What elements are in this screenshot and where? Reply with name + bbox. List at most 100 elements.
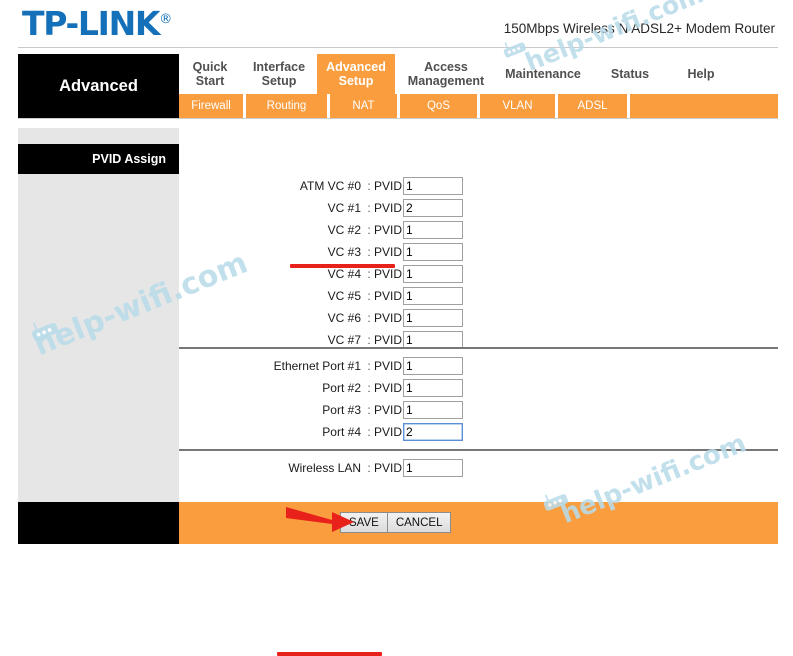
row-label: VC #6 xyxy=(327,311,361,325)
tab-interface-setup[interactable]: Interface Setup xyxy=(241,54,317,94)
router-model-name: 150Mbps Wireless N ADSL2+ Modem Router xyxy=(503,21,775,36)
pvid-input-vc-1[interactable] xyxy=(403,199,464,217)
pvid-input-wireless-lan[interactable] xyxy=(403,459,464,477)
row-colon: : xyxy=(367,381,371,395)
row-colon: : xyxy=(367,359,371,373)
row-label: VC #7 xyxy=(327,333,361,347)
sidebar: PVID Assign xyxy=(18,128,179,536)
pvid-input-vc-3[interactable] xyxy=(403,243,464,261)
tab-quick-start[interactable]: Quick Start xyxy=(179,54,241,94)
pvid-input-port-4[interactable] xyxy=(403,423,464,441)
pvid-input-vc-6[interactable] xyxy=(403,309,464,327)
footer-left-block xyxy=(18,502,179,544)
annotation-underline-vc-1 xyxy=(290,264,395,268)
row-label: VC #3 xyxy=(327,245,361,259)
pvid-input-vc-4[interactable] xyxy=(403,265,464,283)
footer-action-bar: SAVE CANCEL xyxy=(179,502,778,544)
row-colon: : xyxy=(367,245,371,259)
main-tab-list: Quick Start Interface Setup Advanced Set… xyxy=(179,54,778,94)
pvid-label: PVID xyxy=(374,403,403,417)
pvid-label: PVID xyxy=(374,289,403,303)
pvid-label: PVID xyxy=(374,201,403,215)
pvid-label: PVID xyxy=(374,311,403,325)
row-label: Wireless LAN xyxy=(288,461,361,475)
row-label: VC #5 xyxy=(327,289,361,303)
header-divider xyxy=(18,47,778,48)
annotation-arrow-save xyxy=(286,507,354,532)
wireless-lan-group: Wireless LAN : PVID xyxy=(179,458,778,480)
pvid-input-port-2[interactable] xyxy=(403,379,464,397)
row-label: VC #4 xyxy=(327,267,361,281)
row-vc-4: VC #4 : PVID xyxy=(179,264,778,284)
pvid-label: PVID xyxy=(374,461,403,475)
subtab-firewall[interactable]: Firewall xyxy=(179,94,246,118)
row-label: VC #1 xyxy=(327,201,361,215)
subtab-empty xyxy=(630,94,778,118)
row-label: VC #2 xyxy=(327,223,361,237)
navigation-bar: Advanced Quick Start Interface Setup Adv… xyxy=(0,54,793,119)
row-ethernet-port-1: Ethernet Port #1 : PVID xyxy=(179,356,778,376)
section-divider-2 xyxy=(179,449,778,451)
row-port-2: Port #2 : PVID xyxy=(179,378,778,398)
tab-help[interactable]: Help xyxy=(671,54,731,94)
tplink-logo: TP-LINK® xyxy=(22,4,172,43)
pvid-label: PVID xyxy=(374,245,403,259)
page-header: TP-LINK® 150Mbps Wireless N ADSL2+ Modem… xyxy=(0,0,793,48)
row-colon: : xyxy=(367,333,371,347)
subtab-nat[interactable]: NAT xyxy=(330,94,400,118)
row-label: Port #2 xyxy=(322,381,361,395)
tab-advanced-setup[interactable]: Advanced Setup xyxy=(317,54,395,94)
pvid-input-port-3[interactable] xyxy=(403,401,464,419)
section-divider-1 xyxy=(179,347,778,349)
row-colon: : xyxy=(367,179,371,193)
row-label: Port #3 xyxy=(322,403,361,417)
form-area: ATM VC #0 : PVID VC #1 : PVID VC #2 : PV… xyxy=(179,128,778,656)
row-colon: : xyxy=(367,223,371,237)
row-colon: : xyxy=(367,425,371,439)
row-port-3: Port #3 : PVID xyxy=(179,400,778,420)
pvid-input-atm-vc-0[interactable] xyxy=(403,177,464,195)
tab-maintenance[interactable]: Maintenance xyxy=(497,54,589,94)
annotation-underline-port-4 xyxy=(277,652,382,656)
row-colon: : xyxy=(367,201,371,215)
tab-access-management[interactable]: Access Management xyxy=(395,54,497,94)
row-colon: : xyxy=(367,403,371,417)
row-colon: : xyxy=(367,289,371,303)
row-vc-5: VC #5 : PVID xyxy=(179,286,778,306)
row-vc-3: VC #3 : PVID xyxy=(179,242,778,262)
pvid-label: PVID xyxy=(374,223,403,237)
pvid-input-ethernet-port-1[interactable] xyxy=(403,357,464,375)
subtab-qos[interactable]: QoS xyxy=(400,94,480,118)
row-label: ATM VC #0 xyxy=(299,179,361,193)
content-panel: PVID Assign ATM VC #0 : PVID VC #1 : PVI… xyxy=(18,128,778,656)
pvid-label: PVID xyxy=(374,333,403,347)
row-vc-1: VC #1 : PVID xyxy=(179,198,778,218)
cancel-button[interactable]: CANCEL xyxy=(386,512,452,533)
pvid-input-vc-2[interactable] xyxy=(403,221,464,239)
subtab-routing[interactable]: Routing xyxy=(246,94,330,118)
pvid-label: PVID xyxy=(374,179,403,193)
row-port-4: Port #4 : PVID xyxy=(179,422,778,442)
row-colon: : xyxy=(367,461,371,475)
tab-status[interactable]: Status xyxy=(589,54,671,94)
nav-divider xyxy=(18,118,778,119)
pvid-label: PVID xyxy=(374,359,403,373)
row-label: Port #4 xyxy=(322,425,361,439)
row-colon: : xyxy=(367,311,371,325)
row-vc-6: VC #6 : PVID xyxy=(179,308,778,328)
row-vc-2: VC #2 : PVID xyxy=(179,220,778,240)
row-atm-vc-0: ATM VC #0 : PVID xyxy=(179,176,778,196)
subtab-adsl[interactable]: ADSL xyxy=(558,94,630,118)
sidebar-section-title: PVID Assign xyxy=(18,144,179,174)
nav-brand-label: Advanced xyxy=(18,54,179,118)
ethernet-port-group: Ethernet Port #1 : PVID Port #2 : PVID P… xyxy=(179,356,778,656)
registered-trademark-icon: ® xyxy=(159,12,173,27)
pvid-input-vc-5[interactable] xyxy=(403,287,464,305)
logo-text: TP-LINK xyxy=(22,4,161,43)
row-colon: : xyxy=(367,267,371,281)
row-wireless-lan: Wireless LAN : PVID xyxy=(179,458,778,478)
row-label: Ethernet Port #1 xyxy=(273,359,361,373)
subtab-vlan[interactable]: VLAN xyxy=(480,94,558,118)
pvid-label: PVID xyxy=(374,425,403,439)
sub-tab-list: Firewall Routing NAT QoS VLAN ADSL xyxy=(179,94,778,118)
